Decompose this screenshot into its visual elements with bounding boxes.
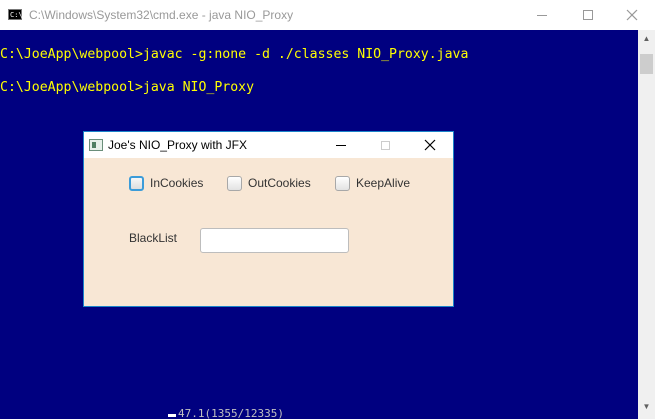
- console-partial-line: 47.1(1355/12335): [178, 407, 284, 419]
- cmd-minimize-button[interactable]: [519, 0, 565, 30]
- console-scrollbar[interactable]: ▲ ▼: [638, 30, 655, 419]
- cmd-close-button[interactable]: [609, 0, 655, 30]
- dialog-title: Joe's NIO_Proxy with JFX: [108, 138, 247, 152]
- close-icon: [626, 9, 638, 21]
- checkbox-label: InCookies: [150, 176, 204, 190]
- console-line: C:\JoeApp\webpool>javac -g:none -d ./cla…: [0, 47, 469, 62]
- cmd-window-title: C:\Windows\System32\cmd.exe - java NIO_P…: [29, 8, 294, 22]
- checkbox-label: KeepAlive: [356, 176, 411, 190]
- dialog-close-button[interactable]: [410, 132, 450, 158]
- console-cursor-fragment: [168, 414, 176, 417]
- checkbox-label: OutCookies: [248, 176, 311, 190]
- maximize-icon: [583, 10, 593, 20]
- scroll-thumb[interactable]: [640, 54, 653, 74]
- dialog-maximize-button[interactable]: [365, 132, 405, 158]
- checkbox-box[interactable]: [335, 175, 350, 191]
- console-line: C:\JoeApp\webpool>java NIO_Proxy: [0, 80, 255, 95]
- jfx-dialog: Joe's NIO_Proxy with JFX InCookies OutCo…: [83, 131, 454, 307]
- minimize-icon: [336, 144, 346, 146]
- incookies-checkbox[interactable]: InCookies: [129, 175, 203, 191]
- cmd-maximize-button[interactable]: [565, 0, 611, 30]
- screen: C:\ C:\Windows\System32\cmd.exe - java N…: [0, 0, 655, 419]
- dialog-minimize-button[interactable]: [321, 132, 361, 158]
- close-icon: [424, 139, 436, 151]
- scroll-down-arrow-icon[interactable]: ▼: [638, 398, 655, 415]
- java-app-icon: [89, 139, 103, 151]
- minimize-icon: [537, 14, 547, 16]
- outcookies-checkbox[interactable]: OutCookies: [227, 175, 311, 191]
- cmd-titlebar: C:\ C:\Windows\System32\cmd.exe - java N…: [0, 0, 655, 30]
- scroll-up-arrow-icon[interactable]: ▲: [638, 30, 655, 47]
- keepalive-checkbox[interactable]: KeepAlive: [335, 175, 410, 191]
- blacklist-input[interactable]: [200, 228, 349, 253]
- blacklist-label: BlackList: [129, 231, 178, 245]
- dialog-titlebar[interactable]: Joe's NIO_Proxy with JFX: [84, 132, 453, 158]
- checkbox-box[interactable]: [129, 175, 144, 191]
- checkbox-box[interactable]: [227, 175, 242, 191]
- cmd-icon: C:\: [8, 9, 23, 20]
- maximize-icon: [380, 140, 390, 150]
